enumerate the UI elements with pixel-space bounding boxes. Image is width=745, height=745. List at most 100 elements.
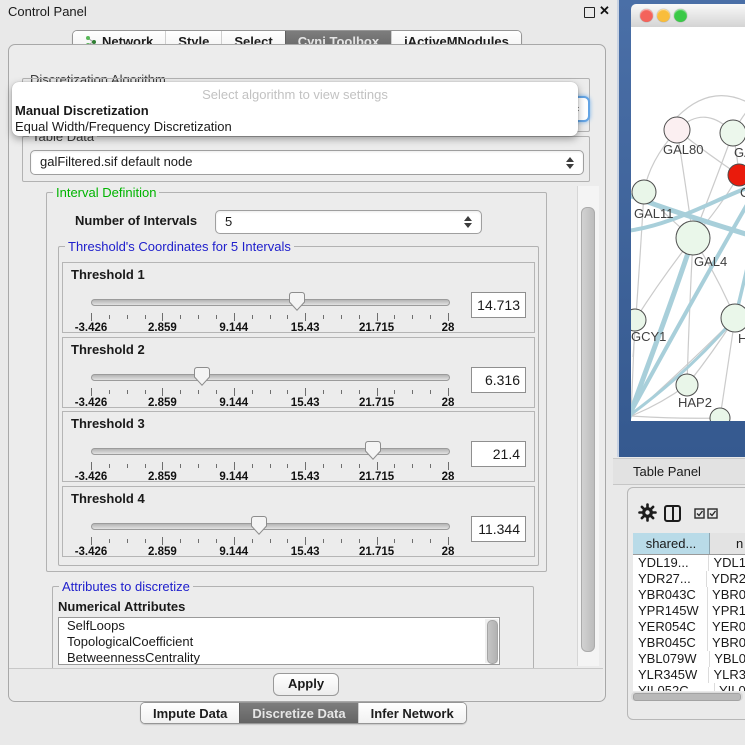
network-node[interactable] <box>720 120 745 146</box>
table-row[interactable]: YBR045CYBR0 <box>633 635 745 651</box>
cell-name[interactable]: YBR0 <box>708 587 745 603</box>
cell-name[interactable]: YLR3 <box>709 667 745 683</box>
threshold-slider[interactable]: -3.4262.8599.14415.4321.71528 <box>91 364 448 404</box>
tick-label: 15.43 <box>291 397 320 409</box>
network-node[interactable] <box>676 221 710 255</box>
slider-thumb[interactable] <box>365 441 381 460</box>
threshold-slider[interactable]: -3.4262.8599.14415.4321.71528 <box>91 513 448 553</box>
columns-icon[interactable] <box>664 505 681 522</box>
panel-title: Control Panel <box>8 4 87 19</box>
table-row[interactable]: YLR345WYLR3 <box>633 667 745 683</box>
table-data-combobox[interactable]: galFiltered.sif default node <box>30 150 584 175</box>
cell-name[interactable]: YDL1 <box>709 555 745 571</box>
table-row[interactable]: YIL052CYIL0 <box>633 683 745 691</box>
slider-thumb[interactable] <box>194 367 210 386</box>
cell-shared-name[interactable]: YIL052C <box>633 683 715 691</box>
attribute-item[interactable]: BetweennessCentrality <box>59 650 499 665</box>
cell-name[interactable]: YIL0 <box>715 683 745 691</box>
num-intervals-combobox[interactable]: 5 <box>215 210 482 234</box>
column-header-shared-name[interactable]: shared... <box>633 533 710 554</box>
threshold-label: Threshold 3 <box>71 416 145 431</box>
attribute-item[interactable]: TopologicalCoefficient <box>59 634 499 650</box>
tick-label: -3.426 <box>75 471 108 483</box>
minimize-traffic-light-icon[interactable] <box>657 9 670 22</box>
apply-button[interactable]: Apply <box>273 673 339 696</box>
cell-shared-name[interactable]: YLR345W <box>633 667 709 683</box>
threshold-value-field[interactable]: 6.316 <box>471 367 526 393</box>
threshold-slider[interactable]: -3.4262.8599.14415.4321.71528 <box>91 289 448 329</box>
network-node[interactable] <box>632 180 656 204</box>
cell-shared-name[interactable]: YBR045C <box>633 635 708 651</box>
table-row[interactable]: YBR043CYBR0 <box>633 587 745 603</box>
tab-infer-network[interactable]: Infer Network <box>358 703 466 723</box>
network-node[interactable] <box>728 164 745 186</box>
slider-track[interactable] <box>91 299 450 306</box>
cell-shared-name[interactable]: YBR043C <box>633 587 708 603</box>
cell-name[interactable]: YDR2 <box>707 571 745 587</box>
network-window-titlebar[interactable] <box>631 4 745 28</box>
tick-label: 2.859 <box>148 322 177 334</box>
network-node[interactable] <box>664 117 690 143</box>
float-window-icon[interactable] <box>584 7 595 18</box>
table-header-row: shared... n <box>633 533 745 555</box>
num-intervals-label: Number of Intervals <box>75 213 197 228</box>
attributes-list[interactable]: SelfLoopsTopologicalCoefficientBetweenne… <box>58 617 500 665</box>
slider-track[interactable] <box>91 523 450 530</box>
threshold-value-field[interactable]: 14.713 <box>471 292 526 318</box>
close-icon[interactable]: ✕ <box>599 3 610 19</box>
network-canvas[interactable]: GAL80GACGAL11GAL4GCY1HHAP2 <box>631 27 745 421</box>
tick-label: -3.426 <box>75 397 108 409</box>
table-row[interactable]: YDL19...YDL1 <box>633 555 745 571</box>
cell-shared-name[interactable]: YDL19... <box>633 555 709 571</box>
table-row[interactable]: YER054CYER0 <box>633 619 745 635</box>
interval-group-title: Interval Definition <box>53 185 159 200</box>
tab-impute-data[interactable]: Impute Data <box>141 703 239 723</box>
cell-name[interactable]: YBL0 <box>710 651 745 667</box>
slider-thumb[interactable] <box>251 516 267 535</box>
slider-thumb[interactable] <box>289 292 305 311</box>
list-scrollbar-thumb[interactable] <box>487 620 498 664</box>
popup-option-manual[interactable]: Manual Discretization <box>15 103 149 118</box>
network-node[interactable] <box>710 408 730 421</box>
table-row[interactable]: YPR145WYPR1 <box>633 603 745 619</box>
slider-ticks <box>91 388 448 397</box>
popup-option-equal-width[interactable]: Equal Width/Frequency Discretization <box>15 119 232 134</box>
network-node[interactable] <box>676 374 698 396</box>
column-header-name[interactable]: n <box>710 533 745 554</box>
tick-label: 2.859 <box>148 471 177 483</box>
table-panel-title: Table Panel <box>633 464 701 479</box>
tick-label: 15.43 <box>291 546 320 558</box>
attribute-item[interactable]: SelfLoops <box>59 618 499 634</box>
table-hscrollbar-thumb[interactable] <box>633 693 741 701</box>
table-hscrollbar[interactable] <box>631 692 743 701</box>
slider-track[interactable] <box>91 448 450 455</box>
cell-shared-name[interactable]: YDR27... <box>633 571 707 587</box>
network-node-label: GAL11 <box>634 206 674 221</box>
threshold-value-field[interactable]: 21.4 <box>471 441 526 467</box>
threshold-label: Threshold 1 <box>71 267 145 282</box>
main-scrollbar[interactable] <box>577 186 599 666</box>
close-traffic-light-icon[interactable] <box>640 9 653 22</box>
table-row[interactable]: YDR27...YDR2 <box>633 571 745 587</box>
slider-track[interactable] <box>91 374 450 381</box>
table-row[interactable]: YBL079WYBL0 <box>633 651 745 667</box>
cell-shared-name[interactable]: YPR145W <box>633 603 708 619</box>
cell-shared-name[interactable]: YER054C <box>633 619 708 635</box>
cell-name[interactable]: YPR1 <box>708 603 745 619</box>
checkbox-icon[interactable] <box>707 508 718 519</box>
tab-discretize-data[interactable]: Discretize Data <box>239 703 357 723</box>
main-scrollbar-thumb[interactable] <box>581 207 595 652</box>
maximize-traffic-light-icon[interactable] <box>674 9 687 22</box>
combo-arrows-icon <box>464 216 472 228</box>
gear-icon[interactable] <box>638 503 657 522</box>
network-node[interactable] <box>721 304 745 332</box>
cell-name[interactable]: YBR0 <box>708 635 745 651</box>
network-node[interactable] <box>631 309 646 331</box>
threshold-slider[interactable]: -3.4262.8599.14415.4321.71528 <box>91 438 448 478</box>
list-scrollbar[interactable] <box>485 619 498 663</box>
checkbox-icon[interactable] <box>694 508 705 519</box>
tick-label: 2.859 <box>148 397 177 409</box>
cell-shared-name[interactable]: YBL079W <box>633 651 710 667</box>
cell-name[interactable]: YER0 <box>708 619 745 635</box>
threshold-value-field[interactable]: 11.344 <box>471 516 526 542</box>
